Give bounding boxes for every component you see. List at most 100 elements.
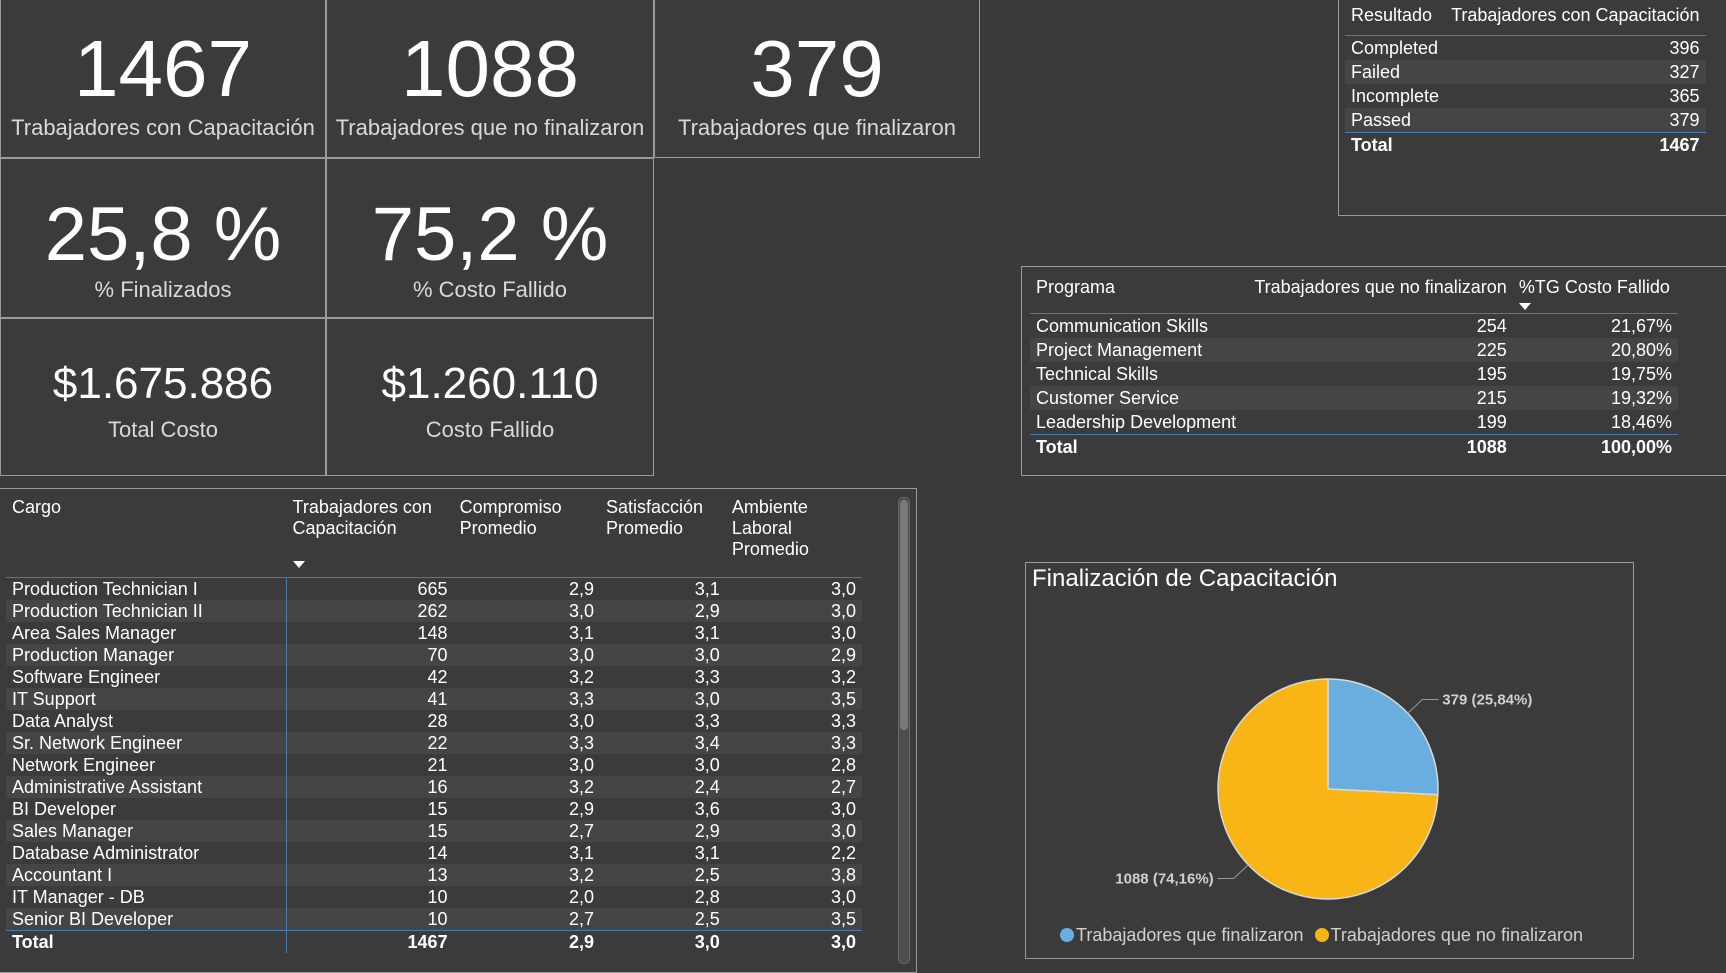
table-cell: 19,75% — [1610, 363, 1672, 384]
kpi-value: 75,2 % — [371, 192, 609, 277]
column-header-not-finished[interactable]: Trabajadores que no finalizaron — [1244, 271, 1513, 314]
table-cell: 3,2 — [568, 667, 595, 687]
table-cell: 3,0 — [830, 579, 856, 599]
table-cell: 3,0 — [568, 711, 595, 731]
pie-chart-visual[interactable]: Finalización de Capacitación 379 (25,84%… — [1025, 562, 1634, 959]
column-header-trained[interactable]: Trabajadores con Capacitación — [286, 489, 454, 578]
column-header-programa[interactable]: Programa — [1030, 271, 1245, 314]
kpi-pct-finished-card: 25,8 % % Finalizados — [0, 158, 326, 318]
table-cell: 3,2 — [830, 667, 856, 687]
column-header-compromiso[interactable]: Compromiso Promedio — [453, 489, 601, 578]
table-row[interactable]: Software Engineer 42 3,2 3,3 3,2 — [6, 666, 862, 688]
table-row[interactable]: Passed 379 — [1345, 108, 1706, 133]
table-row[interactable]: Accountant I 13 3,2 2,5 3,8 — [6, 864, 862, 886]
table-cell: 15 — [427, 799, 448, 819]
table-cell: 21 — [427, 755, 448, 775]
pie-chart[interactable]: 379 (25,84%) 1088 (74,16%) — [1026, 603, 1633, 953]
kpi-value: 1467 — [74, 24, 252, 113]
legend-dot-not-finished — [1314, 928, 1329, 942]
programa-table[interactable]: Programa Trabajadores que no finalizaron… — [1030, 271, 1678, 459]
table-cell: Accountant I — [6, 864, 288, 886]
total-cell: 1467 — [1445, 132, 1706, 157]
table-row[interactable]: IT Support 41 3,3 3,0 3,5 — [6, 688, 862, 710]
column-header-cost-failed[interactable]: %TG Costo Fallido — [1512, 271, 1678, 314]
table-cell: 3,6 — [694, 799, 720, 819]
data-label: 1088 (74,16%) — [1115, 870, 1213, 887]
table-row[interactable]: Production Manager 70 3,0 3,0 2,9 — [6, 644, 862, 666]
table-row[interactable]: Production Technician II 262 3,0 2,9 3,0 — [6, 600, 862, 622]
table-cell: 3,4 — [600, 732, 726, 754]
column-header-cargo[interactable]: Cargo — [6, 489, 287, 578]
table-row[interactable]: Customer Service 215 19,32% — [1030, 386, 1678, 410]
table-cell: 225 — [1244, 338, 1513, 362]
legend-label-not-finished[interactable]: Trabajadores que no finalizaron — [1331, 925, 1584, 945]
vertical-scrollbar[interactable] — [898, 497, 910, 964]
table-cell: Software Engineer — [6, 666, 288, 688]
total-row: Total 1467 2,9 3,0 3,0 — [6, 930, 862, 953]
column-header-cost-failed-label: %TG Costo Fallido — [1518, 277, 1670, 297]
kpi-label: Trabajadores con Capacitación — [11, 115, 315, 140]
column-header-trained[interactable]: Trabajadores con Capacitación — [1445, 5, 1706, 36]
total-cell: 100,00% — [1512, 434, 1678, 459]
table-row[interactable]: Network Engineer 21 3,0 3,0 2,8 — [6, 754, 862, 776]
kpi-total-cost-card: $1.675.886 Total Costo — [0, 318, 326, 476]
table-cell: 2,8 — [830, 755, 856, 775]
table-cell: 3,1 — [568, 623, 595, 643]
table-cell: Area Sales Manager — [6, 622, 288, 644]
table-row[interactable]: Leadership Development 199 18,46% — [1030, 410, 1678, 435]
column-header-resultado[interactable]: Resultado — [1345, 5, 1446, 36]
table-cell: 2,7 — [725, 776, 862, 798]
table-row[interactable]: Sr. Network Engineer 22 3,3 3,4 3,3 — [6, 732, 862, 754]
table-row[interactable]: Administrative Assistant 16 3,2 2,4 2,7 — [6, 776, 862, 798]
table-cell: Leadership Development — [1036, 411, 1237, 432]
table-cell: IT Support — [6, 688, 288, 710]
table-row[interactable]: Project Management 225 20,80% — [1030, 338, 1678, 362]
table-cell: 2,7 — [453, 908, 601, 931]
total-cell: 1088 — [1244, 434, 1513, 459]
column-header-ambiente[interactable]: Ambiente Laboral Promedio — [725, 489, 862, 578]
table-cell: 3,1 — [694, 623, 720, 643]
table-cell: 2,5 — [600, 908, 726, 931]
table-row[interactable]: Sales Manager 15 2,7 2,9 3,0 — [6, 820, 862, 842]
table-cell: 3,3 — [830, 711, 856, 731]
total-cell: 1467 — [286, 930, 454, 953]
table-cell: 3,8 — [725, 864, 862, 886]
table-row[interactable]: Production Technician I 665 2,9 3,1 3,0 — [6, 577, 862, 600]
cargo-table-visual[interactable]: Cargo Trabajadores con Capacitación Comp… — [0, 488, 917, 973]
scrollbar-thumb[interactable] — [900, 500, 908, 730]
resultado-table[interactable]: Resultado Trabajadores con Capacitación … — [1345, 5, 1706, 157]
table-row[interactable]: Completed 396 — [1345, 36, 1706, 61]
legend-label-finished[interactable]: Trabajadores que finalizaron — [1076, 925, 1303, 945]
table-cell: 16 — [286, 776, 454, 798]
table-cell: 3,1 — [568, 843, 595, 863]
table-cell: 41 — [286, 688, 454, 710]
programa-table-visual[interactable]: Programa Trabajadores que no finalizaron… — [1021, 266, 1726, 476]
table-cell: 3,2 — [453, 864, 601, 886]
table-row[interactable]: BI Developer 15 2,9 3,6 3,0 — [6, 798, 862, 820]
table-cell: 3,3 — [453, 732, 601, 754]
table-cell: Administrative Assistant — [6, 776, 288, 798]
table-cell: 327 — [1445, 60, 1706, 84]
table-row[interactable]: Area Sales Manager 148 3,1 3,1 3,0 — [6, 622, 862, 644]
table-row[interactable]: Communication Skills 254 21,67% — [1030, 314, 1678, 339]
resultado-table-visual[interactable]: Resultado Trabajadores con Capacitación … — [1338, 0, 1726, 216]
table-row[interactable]: Senior BI Developer 10 2,7 2,5 3,5 — [6, 908, 862, 931]
table-cell: 365 — [1669, 85, 1700, 106]
table-row[interactable]: Technical Skills 195 19,75% — [1030, 362, 1678, 386]
table-row[interactable]: Failed 327 — [1345, 60, 1706, 84]
table-row[interactable]: Data Analyst 28 3,0 3,3 3,3 — [6, 710, 862, 732]
column-header-satisfaccion[interactable]: Satisfacción Promedio — [600, 489, 726, 578]
column-header-trained-label: Trabajadores con Capacitación — [292, 497, 432, 538]
kpi-value: $1.675.886 — [52, 359, 274, 408]
pie-slice-finished[interactable] — [1327, 678, 1439, 796]
table-row[interactable]: Incomplete 365 — [1345, 84, 1706, 108]
table-cell: Failed — [1345, 60, 1446, 84]
table-cell: 19,32% — [1512, 386, 1678, 410]
table-cell: 13 — [286, 864, 454, 886]
cargo-table[interactable]: Cargo Trabajadores con Capacitación Comp… — [6, 489, 862, 953]
kpi-value: 379 — [750, 24, 884, 113]
table-row[interactable]: IT Manager - DB 10 2,0 2,8 3,0 — [6, 886, 862, 908]
table-row[interactable]: Database Administrator 14 3,1 3,1 2,2 — [6, 842, 862, 864]
table-cell: 148 — [417, 623, 448, 643]
table-cell: 2,4 — [600, 776, 726, 798]
